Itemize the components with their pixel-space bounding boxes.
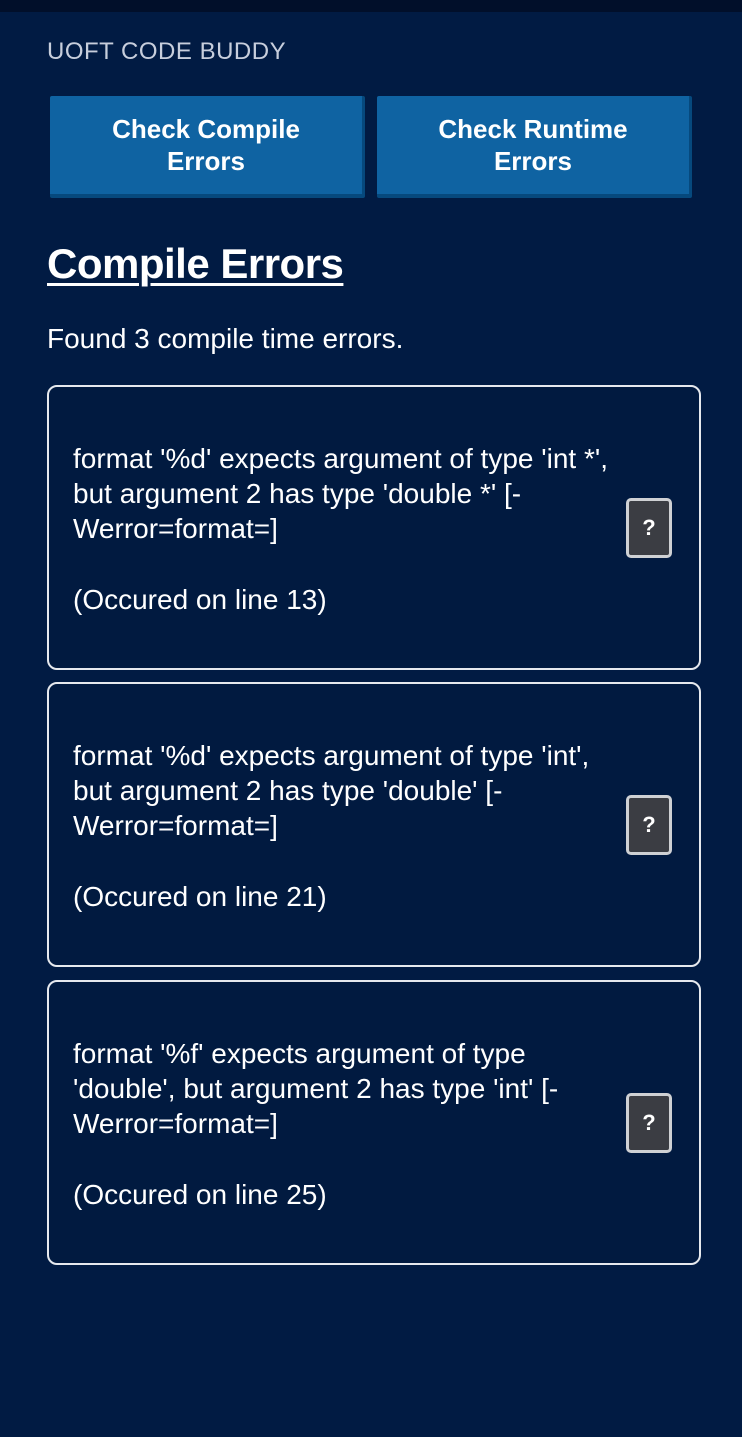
error-message: format '%f' expects argument of type 'do… <box>73 1038 559 1139</box>
check-runtime-errors-button[interactable]: Check Runtime Errors <box>377 96 692 198</box>
action-button-row: Check Compile Errors Check Runtime Error… <box>50 96 694 202</box>
error-card: format '%d' expects argument of type 'in… <box>47 385 701 670</box>
top-strip <box>0 0 742 12</box>
error-message: format '%d' expects argument of type 'in… <box>73 443 608 544</box>
check-compile-errors-button[interactable]: Check Compile Errors <box>50 96 365 198</box>
app-title: UOFT CODE BUDDY <box>47 38 287 65</box>
error-summary: Found 3 compile time errors. <box>47 323 404 354</box>
error-message: format '%d' expects argument of type 'in… <box>73 740 590 841</box>
help-button[interactable]: ? <box>626 498 672 558</box>
error-line-number: (Occured on line 25) <box>73 1179 327 1210</box>
error-card: format '%f' expects argument of type 'do… <box>47 980 701 1265</box>
error-card: format '%d' expects argument of type 'in… <box>47 682 701 967</box>
error-line-number: (Occured on line 21) <box>73 881 327 912</box>
error-line-number: (Occured on line 13) <box>73 584 327 615</box>
help-button[interactable]: ? <box>626 795 672 855</box>
section-title: Compile Errors <box>47 240 344 287</box>
help-button[interactable]: ? <box>626 1093 672 1153</box>
